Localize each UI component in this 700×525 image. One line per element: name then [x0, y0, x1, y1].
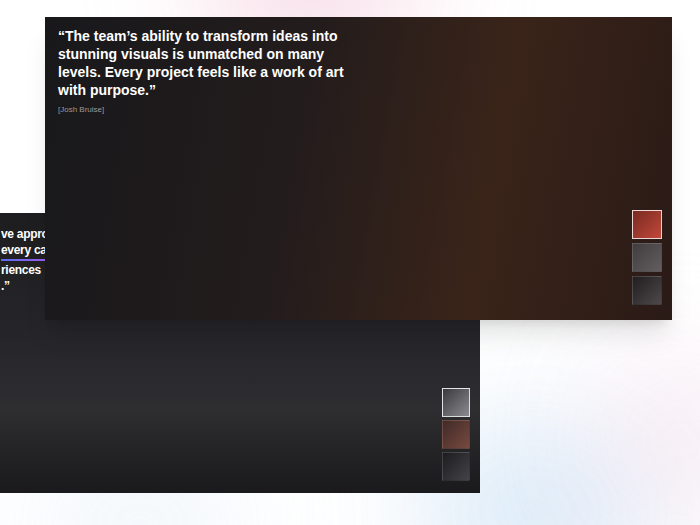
thumbnail[interactable]	[632, 210, 662, 239]
thumbnail[interactable]	[442, 452, 470, 481]
testimonial-author: [Josh Bruise]	[58, 105, 350, 115]
thumbnail[interactable]	[632, 243, 662, 272]
quote-fragment: .”	[1, 278, 49, 294]
testimonial-card[interactable]: “The team’s ability to transform ideas i…	[45, 17, 672, 320]
accent-line	[1, 259, 47, 261]
thumbnail[interactable]	[442, 388, 470, 417]
quote-fragment: every ca	[1, 242, 49, 258]
quote-fragment: riences	[1, 262, 49, 278]
quote-fragment: ve appro	[1, 226, 49, 242]
thumbnail[interactable]	[442, 420, 470, 449]
testimonial-quote: “The team’s ability to transform ideas i…	[58, 27, 350, 99]
thumbnail[interactable]	[632, 276, 662, 305]
